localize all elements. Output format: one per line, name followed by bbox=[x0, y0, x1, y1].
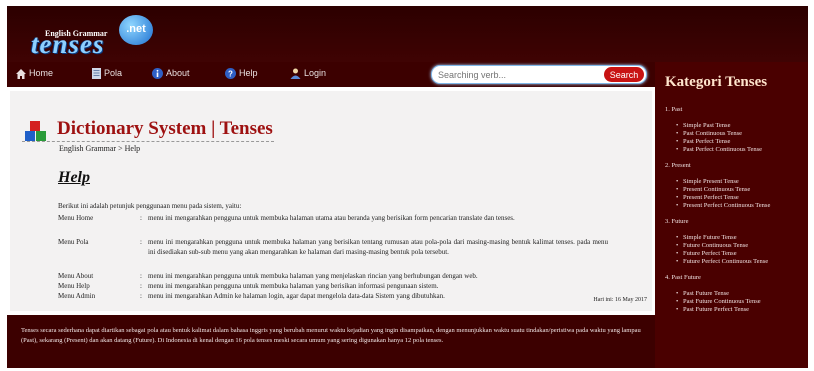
main-content: Dictionary System | Tenses English Gramm… bbox=[7, 87, 655, 315]
menu-name: Menu About bbox=[58, 272, 94, 280]
menu-colon: : bbox=[140, 282, 142, 290]
site-logo[interactable]: tenses English Grammar .net bbox=[31, 15, 153, 58]
nav-about[interactable]: About bbox=[152, 68, 190, 80]
menu-colon: : bbox=[140, 292, 142, 300]
help-icon: ? bbox=[225, 68, 236, 80]
sidebar-link[interactable]: Past Future Tense bbox=[676, 290, 805, 298]
nav-login-label: Login bbox=[304, 68, 327, 78]
sidebar-link[interactable]: Past Future Perfect Tense bbox=[676, 306, 805, 314]
nav-login[interactable]: Login bbox=[290, 68, 327, 80]
menu-desc: menu ini mengarahkan pengguna untuk memb… bbox=[148, 272, 478, 280]
category-past: 1. Past bbox=[665, 106, 683, 113]
home-icon bbox=[16, 68, 26, 79]
nav-home-label: Home bbox=[29, 68, 54, 78]
nav-about-label: About bbox=[166, 68, 190, 78]
logo-net-badge: .net bbox=[119, 15, 153, 45]
help-intro: Berikut ini adalah petunjuk penggunaan m… bbox=[58, 202, 242, 210]
menu-desc: menu ini mengarahkan pengguna untuk memb… bbox=[148, 282, 439, 290]
menu-colon: : bbox=[140, 214, 142, 222]
sidebar-title: Kategori Tenses bbox=[665, 74, 768, 90]
breadcrumb: English Grammar > Help bbox=[59, 144, 141, 153]
title-divider bbox=[22, 141, 274, 142]
sidebar-link[interactable]: Future Perfect Tense bbox=[676, 250, 805, 258]
menu-name: Menu Admin bbox=[58, 292, 96, 300]
site-header: tenses English Grammar .net bbox=[7, 6, 808, 62]
current-date: Hari ini: 16 May 2017 bbox=[593, 297, 647, 303]
sidebar-link[interactable]: Simple Future Tense bbox=[676, 234, 805, 242]
sidebar-link[interactable]: Future Continuous Tense bbox=[676, 242, 805, 250]
menu-desc: menu ini mengarahkan pengguna untuk memb… bbox=[148, 214, 515, 222]
sidebar-link[interactable]: Past Future Continuous Tense bbox=[676, 298, 805, 306]
category-past-list: Simple Past Tense Past Continuous Tense … bbox=[665, 122, 805, 154]
sidebar-link[interactable]: Present Perfect Continuous Tense bbox=[676, 202, 805, 210]
search-button[interactable]: Search bbox=[604, 67, 644, 82]
sidebar-link[interactable]: Simple Present Tense bbox=[676, 178, 805, 186]
sidebar-link[interactable]: Present Perfect Tense bbox=[676, 194, 805, 202]
sidebar-link[interactable]: Past Continuous Tense bbox=[676, 130, 805, 138]
document-icon bbox=[92, 68, 101, 80]
menu-name: Menu Pola bbox=[58, 238, 89, 246]
menu-desc: menu ini mengarahkan pengguna untuk memb… bbox=[148, 238, 608, 256]
sidebar-link[interactable]: Future Perfect Continuous Tense bbox=[676, 258, 805, 266]
menu-name: Menu Home bbox=[58, 214, 94, 222]
footer-text: Tenses secara sederhana dapat diartikan … bbox=[21, 327, 641, 344]
search-input[interactable] bbox=[438, 67, 598, 82]
nav-pola[interactable]: Pola bbox=[92, 68, 123, 80]
cubes-icon bbox=[25, 121, 46, 141]
nav-help-label: Help bbox=[239, 68, 258, 78]
sidebar-link[interactable]: Past Perfect Tense bbox=[676, 138, 805, 146]
nav-home[interactable]: Home bbox=[16, 68, 53, 79]
sidebar: Kategori Tenses 1. Past Simple Past Tens… bbox=[655, 62, 808, 368]
menu-colon: : bbox=[140, 272, 142, 280]
user-icon bbox=[290, 68, 301, 80]
category-past-future-list: Past Future Tense Past Future Continuous… bbox=[665, 290, 805, 314]
category-present-list: Simple Present Tense Present Continuous … bbox=[665, 178, 805, 210]
info-icon bbox=[152, 68, 163, 80]
content-panel: Dictionary System | Tenses English Gramm… bbox=[10, 91, 652, 311]
category-present: 2. Present bbox=[665, 162, 691, 169]
app-frame: tenses English Grammar .net Home Pola Ab… bbox=[7, 6, 808, 368]
menu-colon: : bbox=[140, 238, 142, 246]
site-footer: Tenses secara sederhana dapat diartikan … bbox=[7, 315, 655, 368]
menu-name: Menu Help bbox=[58, 282, 90, 290]
category-future-list: Simple Future Tense Future Continuous Te… bbox=[665, 234, 805, 266]
sidebar-link[interactable]: Past Perfect Continuous Tense bbox=[676, 146, 805, 154]
search-bar: Search bbox=[431, 65, 647, 84]
svg-text:?: ? bbox=[228, 70, 233, 79]
page-title: Dictionary System | Tenses bbox=[57, 118, 273, 139]
category-future: 3. Future bbox=[665, 218, 689, 225]
logo-subtitle: English Grammar bbox=[45, 29, 108, 38]
sidebar-link[interactable]: Present Continuous Tense bbox=[676, 186, 805, 194]
sidebar-link[interactable]: Simple Past Tense bbox=[676, 122, 805, 130]
menu-desc: menu ini mengarahkan Admin ke halaman lo… bbox=[148, 292, 445, 300]
nav-help[interactable]: ? Help bbox=[225, 68, 258, 80]
nav-pola-label: Pola bbox=[104, 68, 123, 78]
category-past-future: 4. Past Future bbox=[665, 274, 701, 281]
help-heading: Help bbox=[58, 169, 90, 186]
sidebar-categories: 1. Past Simple Past Tense Past Continuou… bbox=[665, 106, 805, 322]
